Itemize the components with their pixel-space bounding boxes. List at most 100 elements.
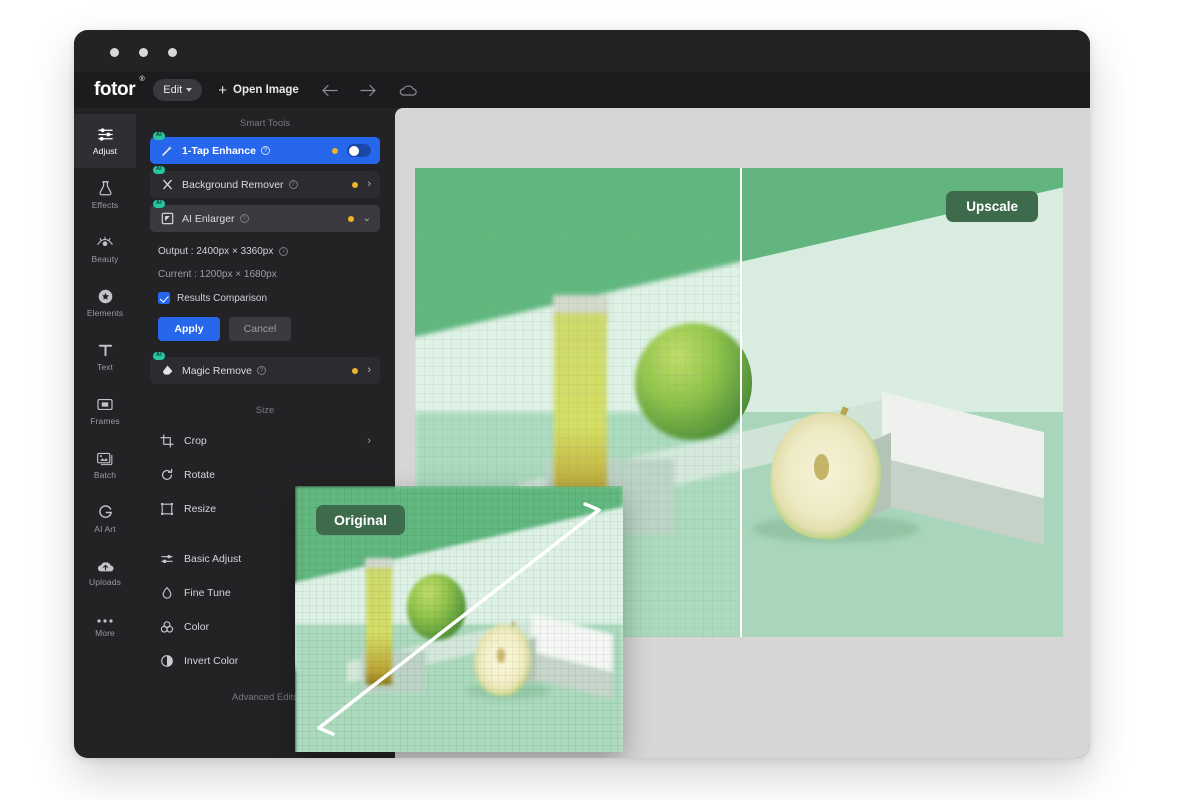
sidebar-item-uploads[interactable]: Uploads [74, 546, 136, 600]
list-item-label: Rotate [184, 469, 215, 481]
sidebar-item-effects[interactable]: Effects [74, 168, 136, 222]
sidebar-item-ai-art[interactable]: AI Art [74, 492, 136, 546]
scissors-icon [159, 178, 175, 191]
rotate-icon [159, 468, 175, 482]
sidebar-item-label: AI Art [94, 524, 115, 534]
sidebar-item-label: Uploads [89, 577, 121, 587]
ai-badge: AI [153, 352, 165, 360]
window-titlebar [74, 30, 1090, 72]
tool-row-1-tap-enhance[interactable]: AI 1-Tap Enhance ? [150, 137, 380, 164]
redo-arrow-icon[interactable] [360, 84, 377, 97]
list-item-label: Invert Color [184, 655, 238, 667]
toggle-knob [349, 146, 359, 156]
window-close-dot[interactable] [110, 48, 119, 57]
help-icon[interactable]: ? [261, 146, 270, 155]
sidebar-item-beauty[interactable]: Beauty [74, 222, 136, 276]
tool-row-controls: ⌄ [348, 214, 371, 224]
cancel-button[interactable]: Cancel [229, 317, 291, 341]
output-size-label: Output : 2400px × 3360px [158, 246, 273, 257]
help-icon[interactable]: ? [289, 180, 298, 189]
chevron-down-icon [186, 88, 192, 92]
sidebar-item-label: Beauty [91, 254, 118, 264]
left-rail: Adjust Effects Beauty Elements Text [74, 108, 136, 758]
window-maximize-dot[interactable] [168, 48, 177, 57]
sidebar-item-adjust[interactable]: Adjust [74, 114, 136, 168]
current-size-label: Current : 1200px × 1680px [158, 269, 277, 280]
size-heading: Size [136, 391, 394, 424]
chevron-right-icon[interactable]: › [367, 435, 371, 447]
magic-wand-icon [159, 144, 175, 157]
fotor-logo[interactable]: fotor ® [94, 79, 135, 101]
sidebar-item-label: Adjust [93, 146, 117, 156]
sidebar-item-text[interactable]: Text [74, 330, 136, 384]
invert-color-icon [159, 654, 175, 668]
apply-button[interactable]: Apply [158, 317, 220, 341]
enlarge-icon [159, 212, 175, 225]
sliders-icon [97, 126, 114, 143]
edit-menu-label: Edit [163, 84, 182, 96]
tool-row-controls: › [352, 365, 371, 376]
pro-dot-icon [348, 216, 354, 222]
resize-diagonal-arrow [295, 486, 623, 752]
cloud-upload-icon [96, 559, 115, 574]
ai-badge: AI [153, 200, 165, 208]
sidebar-item-label: Effects [92, 200, 119, 210]
upscale-badge: Upscale [946, 191, 1038, 222]
info-icon[interactable]: i [279, 247, 288, 256]
results-comparison-checkbox[interactable]: Results Comparison [158, 292, 372, 304]
help-icon[interactable]: ? [240, 214, 249, 223]
smart-tools-heading: Smart Tools [136, 108, 394, 137]
app-header: fotor ® Edit + Open Image [74, 72, 1090, 108]
list-item-label: Crop [184, 435, 207, 447]
sidebar-item-more[interactable]: More [74, 600, 136, 654]
chevron-right-icon[interactable]: › [367, 179, 371, 190]
sidebar-item-frames[interactable]: Frames [74, 384, 136, 438]
star-circle-icon [97, 288, 114, 305]
logo-text: fotor [94, 79, 135, 100]
ai-badge: AI [153, 166, 165, 174]
eraser-icon [159, 364, 175, 377]
logo-registered-mark: ® [140, 76, 145, 83]
flask-icon [97, 180, 114, 197]
cloud-save-icon[interactable] [399, 84, 417, 97]
tool-label: 1-Tap Enhance [182, 145, 256, 157]
list-item-label: Basic Adjust [184, 553, 241, 565]
sidebar-item-label: Frames [90, 416, 119, 426]
chevron-down-icon[interactable]: ⌄ [363, 214, 371, 224]
basic-adjust-icon [159, 552, 175, 566]
enhance-toggle[interactable] [347, 144, 371, 157]
checkbox-label: Results Comparison [177, 293, 267, 304]
tool-row-ai-enlarger[interactable]: AI AI Enlarger ? ⌄ [150, 205, 380, 232]
app-window: fotor ® Edit + Open Image Adjust [74, 30, 1090, 758]
chevron-right-icon[interactable]: › [367, 365, 371, 376]
tool-row-controls [332, 144, 371, 157]
color-circles-icon [159, 620, 175, 634]
pro-dot-icon [352, 182, 358, 188]
undo-arrow-icon[interactable] [321, 84, 338, 97]
list-item-crop[interactable]: Crop › [150, 424, 380, 458]
text-t-icon [97, 342, 114, 359]
help-icon[interactable]: ? [257, 366, 266, 375]
sidebar-item-elements[interactable]: Elements [74, 276, 136, 330]
comparison-divider-handle[interactable] [740, 168, 742, 637]
pro-dot-icon [332, 148, 338, 154]
tool-row-background-remover[interactable]: AI Background Remover ? › [150, 171, 380, 198]
sidebar-item-label: More [95, 628, 115, 638]
pro-dot-icon [352, 368, 358, 374]
current-size-row: Current : 1200px × 1680px [158, 269, 372, 280]
tool-row-magic-remove[interactable]: AI Magic Remove ? › [150, 357, 380, 384]
edit-menu-button[interactable]: Edit [153, 79, 202, 101]
ai-art-icon [97, 504, 114, 521]
list-item-label: Color [184, 621, 209, 633]
sidebar-item-label: Batch [94, 470, 116, 480]
sidebar-item-label: Text [97, 362, 113, 372]
original-preview-card[interactable]: Original [295, 486, 623, 752]
tool-label: Magic Remove [182, 365, 252, 377]
ellipsis-icon [96, 617, 114, 625]
window-minimize-dot[interactable] [139, 48, 148, 57]
open-image-button[interactable]: + Open Image [218, 83, 299, 98]
ai-enlarger-body: Output : 2400px × 3360px i Current : 120… [136, 239, 394, 345]
frame-icon [96, 396, 114, 413]
sidebar-item-batch[interactable]: Batch [74, 438, 136, 492]
enlarger-actions: Apply Cancel [158, 317, 372, 341]
